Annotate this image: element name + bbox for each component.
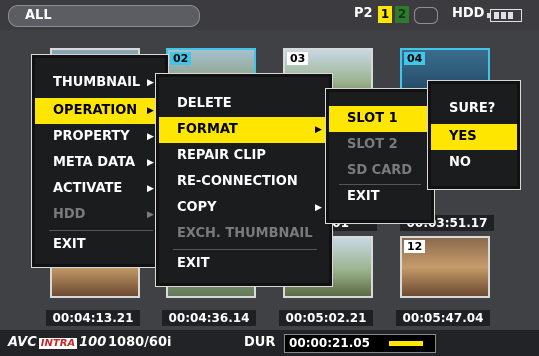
clip-timecode: 00:04:13.21 [46, 310, 140, 326]
confirm-question: SURE? [449, 101, 496, 116]
menu-item-exit[interactable]: EXIT [159, 251, 329, 277]
confirm-dialog: SURE? YES NO [427, 80, 521, 190]
main-menu: THUMBNAIL ▶ OPERATION ▶ PROPERTY ▶ META … [31, 54, 169, 268]
intra-badge: INTRA [38, 338, 78, 349]
chevron-right-icon: ▶ [147, 158, 154, 168]
menu-item-format[interactable]: FORMAT ▶ [159, 117, 329, 143]
menu-item-repair-clip[interactable]: REPAIR CLIP [159, 143, 329, 169]
menu-item-property[interactable]: PROPERTY ▶ [35, 124, 165, 150]
menu-item-hdd[interactable]: HDD ▶ [35, 202, 165, 228]
clip-number: 02 [170, 52, 192, 65]
chevron-right-icon: ▶ [315, 203, 322, 213]
operation-submenu: DELETE FORMAT ▶ REPAIR CLIP RE-CONNECTIO… [155, 73, 333, 287]
menu-item-sd-card[interactable]: SD CARD [329, 158, 431, 184]
slot-1-indicator: 1 [378, 6, 392, 23]
menu-item-thumbnail[interactable]: THUMBNAIL ▶ [35, 70, 165, 96]
menu-item-exch-thumbnail[interactable]: EXCH. THUMBNAIL [159, 221, 329, 247]
hdd-drive-icon [414, 7, 438, 24]
duration-label: DUR [244, 335, 276, 350]
menu-item-operation[interactable]: OPERATION ▶ [35, 98, 165, 124]
chevron-right-icon: ▶ [315, 125, 322, 135]
menu-item-re-connection[interactable]: RE-CONNECTION [159, 169, 329, 195]
p2-label: P2 [354, 6, 373, 21]
battery-icon [487, 9, 522, 22]
clip-timecode: 00:05:47.04 [396, 310, 490, 326]
format-submenu: SLOT 1 SLOT 2 SD CARD EXIT [325, 88, 435, 224]
clip-number: 03 [287, 52, 309, 65]
slot-2-indicator: 2 [395, 6, 409, 23]
menu-item-copy[interactable]: COPY ▶ [159, 195, 329, 221]
duration-value: 00:00:21.05 [289, 336, 370, 350]
codec-indicator: AVC INTRA 100 [8, 335, 107, 350]
chevron-right-icon: ▶ [147, 132, 154, 142]
chevron-right-icon: ▶ [147, 78, 154, 88]
bottom-status-bar: AVC INTRA 100 1080/60i DUR 00:00:21.05 [0, 330, 539, 356]
clip-filter-label: ALL [25, 8, 52, 23]
chevron-right-icon: ▶ [147, 106, 154, 116]
clip-timecode: 00:05:02.21 [279, 310, 373, 326]
clip-timecode: 00:04:36.14 [162, 310, 256, 326]
menu-item-exit[interactable]: EXIT [35, 232, 165, 258]
menu-item-delete[interactable]: DELETE [159, 91, 329, 117]
video-format: 1080/60i [108, 335, 172, 350]
chevron-right-icon: ▶ [147, 184, 154, 194]
no-button[interactable]: NO [431, 150, 517, 176]
menu-item-slot-2[interactable]: SLOT 2 [329, 132, 431, 158]
menu-divider [173, 249, 317, 250]
menu-item-meta-data[interactable]: META DATA ▶ [35, 150, 165, 176]
top-status-bar: ALL P2 1 2 HDD [0, 0, 539, 30]
menu-item-slot-1[interactable]: SLOT 1 [329, 106, 431, 132]
duration-display: 00:00:21.05 [284, 334, 436, 353]
chevron-right-icon: ▶ [147, 210, 154, 220]
clip-thumbnail[interactable]: 12 [400, 236, 490, 298]
clip-number: 04 [404, 52, 426, 65]
menu-divider [49, 230, 153, 231]
clip-filter-tab[interactable]: ALL [8, 5, 200, 27]
duration-progress-bar [389, 341, 423, 346]
yes-button[interactable]: YES [431, 124, 517, 150]
menu-item-activate[interactable]: ACTIVATE ▶ [35, 176, 165, 202]
clip-number: 12 [404, 240, 426, 253]
menu-item-exit[interactable]: EXIT [329, 184, 431, 210]
hdd-label: HDD [452, 6, 485, 21]
